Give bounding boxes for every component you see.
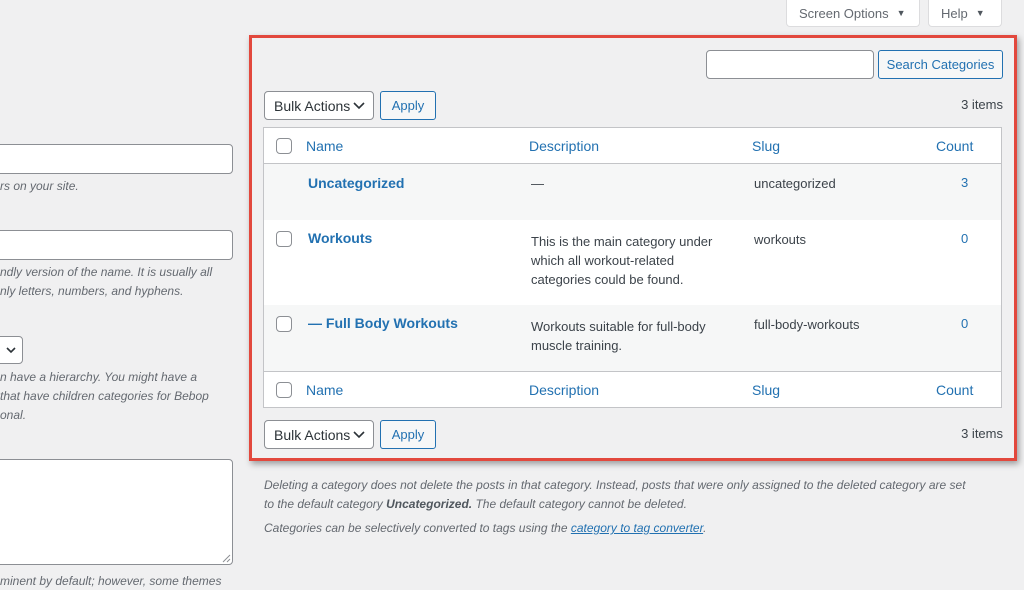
column-header-count[interactable]: Count — [936, 138, 973, 154]
category-slug: workouts — [754, 232, 807, 247]
chevron-down-icon — [6, 347, 16, 354]
caret-down-icon: ▼ — [896, 8, 906, 18]
category-description-line: Workouts suitable for full-body — [531, 319, 706, 334]
default-category-name: Uncategorized. — [386, 497, 473, 511]
bulk-actions-label: Bulk Actions — [274, 426, 351, 443]
category-slug: uncategorized — [754, 176, 836, 191]
resize-handle-icon[interactable] — [222, 554, 231, 563]
table-footer-row: Name Description Slug Count — [264, 371, 1001, 407]
bulk-actions-select-bottom[interactable]: Bulk Actions — [264, 420, 374, 449]
category-slug: full-body-workouts — [754, 317, 860, 332]
help-button[interactable]: Help ▼ — [928, 0, 1002, 27]
help-label: Help — [941, 5, 968, 21]
bulk-actions-label: Bulk Actions — [274, 97, 351, 114]
column-header-slug[interactable]: Slug — [752, 138, 780, 154]
column-header-name[interactable]: Name — [306, 138, 343, 154]
delete-note-suffix: The default category cannot be deleted. — [472, 497, 687, 511]
slug-help-text-1: ndly version of the name. It is usually … — [0, 265, 213, 279]
parent-help-text-3: onal. — [0, 408, 27, 422]
table-row: — Full Body Workouts Workouts suitable f… — [264, 305, 1001, 371]
category-name-link[interactable]: — Full Body Workouts — [308, 315, 458, 331]
screen-options-label: Screen Options — [799, 5, 889, 21]
category-count-link[interactable]: 0 — [961, 231, 968, 246]
search-input[interactable] — [706, 50, 874, 79]
category-description-line: This is the main category under — [531, 234, 713, 249]
parent-help-text-2: that have children categories for Bebop — [0, 389, 209, 403]
delete-note-line-1: Deleting a category does not delete the … — [264, 478, 966, 492]
category-slug-input[interactable] — [0, 230, 233, 260]
table-row: Uncategorized — uncategorized 3 — [264, 164, 1001, 220]
converter-note-suffix: . — [703, 521, 707, 535]
category-count-link[interactable]: 3 — [961, 175, 968, 190]
column-footer-description[interactable]: Description — [529, 382, 599, 398]
row-checkbox[interactable] — [276, 231, 292, 247]
column-footer-slug[interactable]: Slug — [752, 382, 780, 398]
category-description: — — [531, 176, 544, 191]
category-count-link[interactable]: 0 — [961, 316, 968, 331]
categories-table: Name Description Slug Count Uncategorize… — [263, 127, 1002, 408]
items-count-bottom: 3 items — [961, 426, 1003, 441]
converter-note: Categories can be selectively converted … — [264, 519, 706, 538]
name-help-text: rs on your site. — [0, 179, 79, 193]
select-all-checkbox[interactable] — [276, 138, 292, 154]
category-name-link[interactable]: Uncategorized — [308, 175, 404, 191]
select-all-checkbox-footer[interactable] — [276, 382, 292, 398]
chevron-down-icon — [353, 102, 365, 110]
parent-category-select[interactable] — [0, 336, 23, 364]
bulk-actions-select-top[interactable]: Bulk Actions — [264, 91, 374, 120]
category-description-line: categories could be found. — [531, 272, 684, 287]
column-header-description[interactable]: Description — [529, 138, 599, 154]
parent-help-text-1: n have a hierarchy. You might have a — [0, 370, 198, 384]
column-footer-name[interactable]: Name — [306, 382, 343, 398]
delete-note-line-2: to the default category Uncategorized. T… — [264, 495, 687, 514]
apply-button-bottom[interactable]: Apply — [380, 420, 436, 449]
table-header-row: Name Description Slug Count — [264, 128, 1001, 164]
delete-note-prefix: to the default category — [264, 497, 387, 511]
description-help-text: minent by default; however, some themes — [0, 574, 222, 588]
slug-help-text-2: nly letters, numbers, and hyphens. — [0, 284, 184, 298]
search-categories-button[interactable]: Search Categories — [878, 50, 1003, 79]
category-description-textarea[interactable] — [0, 459, 233, 565]
table-row: Workouts This is the main category under… — [264, 220, 1001, 305]
category-description-line: muscle training. — [531, 338, 623, 353]
chevron-down-icon — [353, 431, 365, 439]
category-name-link[interactable]: Workouts — [308, 230, 372, 246]
row-checkbox[interactable] — [276, 316, 292, 332]
category-description-line: which all workout-related — [531, 253, 675, 268]
category-to-tag-converter-link[interactable]: category to tag converter — [571, 521, 703, 535]
converter-note-prefix: Categories can be selectively converted … — [264, 521, 571, 535]
caret-down-icon: ▼ — [975, 8, 985, 18]
items-count-top: 3 items — [961, 97, 1003, 112]
screen-options-button[interactable]: Screen Options ▼ — [786, 0, 920, 27]
category-name-input[interactable] — [0, 144, 233, 174]
column-footer-count[interactable]: Count — [936, 382, 973, 398]
apply-button-top[interactable]: Apply — [380, 91, 436, 120]
